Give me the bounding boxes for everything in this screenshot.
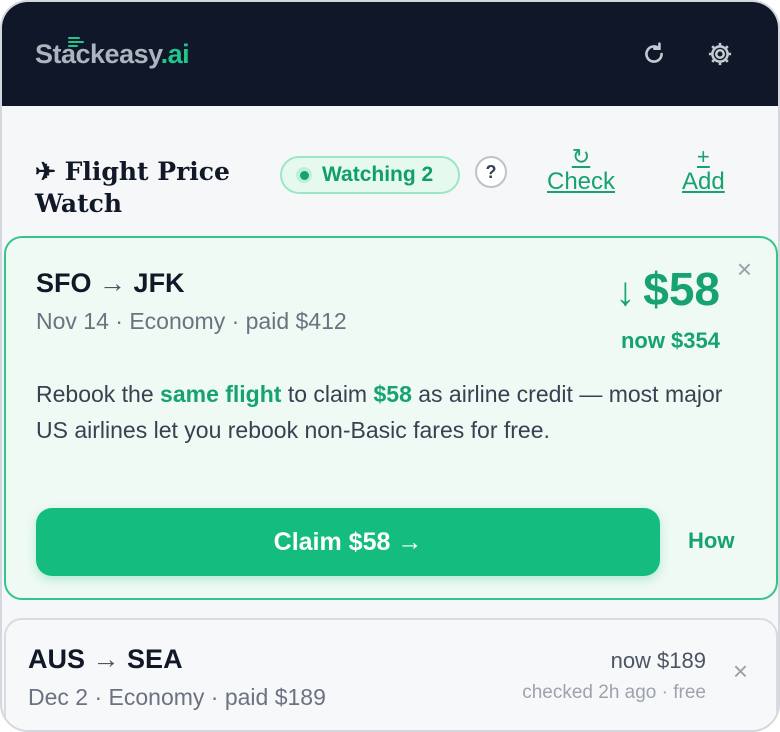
help-button[interactable]: ? [475, 156, 507, 188]
logo-lines-icon [68, 37, 84, 49]
route-destination: JFK [133, 268, 185, 298]
extension-popup: Stackeasy.ai ✈ Flight Price Watch Watchi… [0, 0, 780, 732]
add-button[interactable]: + Add [682, 146, 725, 196]
check-button[interactable]: ↻ Check [547, 146, 615, 196]
drop-amount: $58 [643, 263, 720, 315]
route: SFO → JFK [36, 268, 185, 299]
flight-meta: Nov 14 · Economy · paid $412 [36, 308, 347, 334]
route-origin: SFO [36, 268, 92, 298]
add-label: Add [682, 168, 725, 195]
msg-part: Rebook the [36, 381, 161, 407]
current-price: now $354 [620, 328, 720, 353]
plus-icon: + [696, 144, 710, 169]
msg-highlight: same flight [160, 381, 282, 407]
logo-main: Stackeasy [35, 39, 161, 69]
route-arrow-icon: → [92, 644, 120, 674]
flight-card: AUS → SEA Dec 2 · Economy · paid $189 no… [4, 618, 778, 730]
price-drop-card: SFO → JFK Nov 14 · Economy · paid $412 ↓… [4, 236, 778, 600]
rebook-message: Rebook the same flight to claim $58 as a… [36, 376, 736, 448]
close-icon[interactable]: × [737, 254, 752, 285]
status-dot-icon [296, 167, 312, 183]
refresh-icon[interactable] [636, 36, 672, 72]
current-price: now $189 [610, 648, 706, 673]
msg-part: to claim [281, 381, 374, 407]
page-title: ✈ Flight Price Watch [35, 157, 230, 218]
route-destination: SEA [127, 644, 183, 674]
check-label: Check [547, 168, 616, 195]
price-drop: ↓ $58 [615, 262, 720, 316]
last-checked: checked 2h ago · free [522, 682, 706, 703]
watching-label: Watching 2 [322, 163, 434, 186]
arrow-down-icon: ↓ [615, 270, 636, 314]
route-origin: AUS [28, 644, 86, 674]
watching-badge[interactable]: Watching 2 [280, 156, 460, 194]
claim-button[interactable]: Claim $58 → [36, 508, 660, 576]
logo-suffix: .ai [160, 39, 190, 69]
header-row: ✈ Flight Price Watch Watching 2 ? ↻ Chec… [2, 106, 778, 236]
refresh-small-icon: ↻ [571, 144, 591, 169]
logo: Stackeasy.ai [35, 39, 190, 70]
route-arrow-icon: → [99, 268, 127, 298]
close-icon[interactable]: × [733, 656, 748, 687]
how-link[interactable]: How [688, 528, 734, 554]
gear-icon[interactable] [702, 36, 738, 72]
top-bar: Stackeasy.ai [2, 2, 778, 106]
msg-highlight: $58 [373, 381, 412, 407]
route: AUS → SEA [28, 644, 183, 675]
flight-meta: Dec 2 · Economy · paid $189 [28, 684, 326, 710]
